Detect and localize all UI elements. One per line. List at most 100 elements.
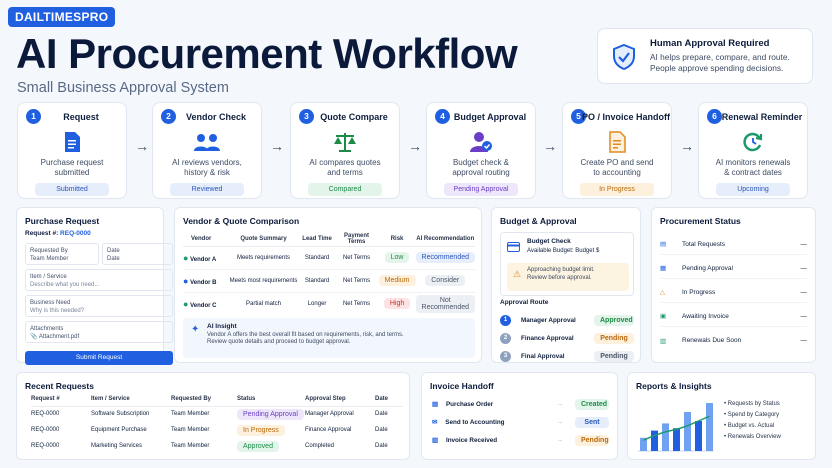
chart-bar: [695, 421, 702, 451]
table-row[interactable]: ● Vendor C Partial match Longer Net Terms …: [183, 292, 475, 315]
chart-bar: [662, 423, 669, 451]
report-item[interactable]: • Requests by Status: [724, 401, 781, 407]
risk-badge: Medium: [378, 275, 416, 286]
report-bar-chart: [638, 403, 714, 452]
status-badge: Compared: [308, 183, 382, 196]
business-need-field[interactable]: Business Need Why is this needed?: [25, 295, 173, 317]
report-item[interactable]: • Spend by Category: [724, 412, 781, 418]
document-icon: ▤: [432, 400, 438, 408]
request-number: Request #: REQ-0000: [25, 230, 91, 237]
report-item[interactable]: • Budget vs. Actual: [724, 423, 781, 429]
step-desc-1: AI reviews vendors,: [172, 158, 242, 167]
step-desc-2: to accounting: [593, 168, 641, 177]
submit-request-button[interactable]: Submit Request: [25, 351, 173, 365]
calendar-icon: ▥: [660, 337, 667, 345]
status-badge: Upcoming: [716, 183, 790, 196]
table-row[interactable]: REQ-0000 Equipment Purchase Team Member In …: [31, 422, 403, 438]
step-request[interactable]: 1 Request Purchase request submitted Subm…: [17, 102, 127, 199]
status-awaiting-invoice[interactable]: ▣ Awaiting Invoice —: [660, 306, 807, 327]
card-title: Budget & Approval: [500, 216, 577, 226]
status-pending-approval[interactable]: ▦ Pending Approval —: [660, 258, 807, 279]
step-quote-compare[interactable]: 3 Quote Compare AI compares quotes and te…: [290, 102, 400, 199]
chart-bar: [673, 428, 680, 451]
requests-table: Request # Item / Service Requested By Statu…: [31, 393, 403, 454]
table-row[interactable]: ● Vendor B Meets most requirements Standa…: [183, 269, 475, 292]
handoff-row[interactable]: ▤ Purchase Order → Created: [432, 397, 609, 411]
step-budget-approval[interactable]: 4 Budget Approval Budget check & approval…: [426, 102, 536, 199]
clipboard-icon: ▦: [660, 265, 667, 272]
requested-by-field[interactable]: Requested By Team Member: [25, 243, 99, 265]
status-total-requests[interactable]: ▤ Total Requests —: [660, 234, 807, 255]
recommendation-badge: Consider: [425, 275, 466, 286]
wallet-icon: [507, 239, 520, 257]
step-vendor-check[interactable]: 2 Vendor Check AI reviews vendors, histor…: [152, 102, 262, 199]
approval-line-1: AI helps prepare, compare, and route.: [650, 52, 790, 62]
chart-bar: [684, 412, 691, 451]
table-row[interactable]: ● Vendor A Meets requirements Standard Net…: [183, 246, 475, 269]
step-name: Vendor Check: [185, 112, 247, 122]
handoff-row[interactable]: ▥ Invoice Received → Pending: [432, 433, 609, 447]
vendor-table: Vendor Quote Summary Lead Time Payment T…: [183, 232, 475, 315]
step-desc-1: AI compares quotes: [309, 158, 381, 167]
step-desc-2: approval routing: [452, 168, 510, 177]
card-title: Procurement Status: [660, 216, 741, 226]
scale-icon: [291, 131, 399, 153]
route-step[interactable]: 2 Finance Approval Pending: [500, 330, 634, 346]
step-name: Renewal Reminder: [721, 112, 803, 122]
item-service-field[interactable]: Item / Service Describe what you need...: [25, 269, 173, 291]
page-title: AI Procurement Workflow: [16, 30, 518, 77]
document-icon: [18, 131, 126, 153]
people-icon: [153, 131, 261, 153]
attachments-field[interactable]: Attachments 📎 Attachment.pdf: [25, 321, 173, 343]
status-in-progress[interactable]: △ In Progress —: [660, 282, 807, 303]
status-dot: ●: [183, 252, 189, 263]
status-badge: Sent: [575, 416, 609, 428]
brand-logo: DAILTIMESPRO: [8, 7, 116, 27]
table-row[interactable]: REQ-0000 Software Subscription Team Member…: [31, 406, 403, 422]
paperclip-icon: 📎: [30, 334, 38, 340]
status-badge: Reviewed: [170, 183, 244, 196]
status-dot: ●: [183, 298, 189, 309]
status-badge: Pending Approval: [237, 408, 304, 420]
report-list: • Requests by Status • Spend by Category…: [724, 401, 781, 445]
recommendation-badge: Recommended: [415, 252, 475, 263]
handoff-row[interactable]: ✉ Send to Accounting → Sent: [432, 415, 609, 429]
step-desc-1: AI monitors renewals: [715, 158, 791, 167]
status-badge: In Progress: [237, 424, 285, 436]
human-approval-callout: Human Approval Required AI helps prepare…: [597, 28, 813, 84]
purchase-request-card: Purchase Request Request #: REQ-0000 Req…: [16, 207, 173, 365]
step-desc-2: & contract dates: [724, 168, 782, 177]
warning-icon: ⚠: [513, 269, 522, 279]
arrow-right-icon: →: [556, 400, 563, 408]
card-title: Vendor & Quote Comparison: [183, 216, 300, 226]
arrow-right-icon: →: [556, 436, 563, 444]
status-badge: Pending: [594, 350, 634, 362]
arrow-right-icon: →: [408, 138, 422, 154]
vendor-comparison-card: Vendor & Quote Comparison Vendor Quote S…: [174, 207, 482, 363]
step-name: Request: [63, 112, 99, 122]
route-step[interactable]: 3 Final Approval Pending: [500, 348, 634, 364]
card-title: Invoice Handoff: [430, 381, 494, 391]
recommendation-badge: Not Recommended: [415, 294, 475, 313]
invoice-handoff-card: Invoice Handoff ▤ Purchase Order → Create…: [421, 372, 618, 460]
step-name: Budget Approval: [453, 112, 527, 122]
risk-badge: Low: [384, 252, 410, 263]
step-renewal-reminder[interactable]: 6 Renewal Reminder AI monitors renewals &…: [698, 102, 808, 199]
report-item[interactable]: • Renewals Overview: [724, 434, 781, 440]
budget-approval-card: Budget & Approval Budget Check Available…: [491, 207, 641, 363]
card-title: Purchase Request: [25, 216, 100, 226]
list-icon: ▤: [660, 241, 667, 248]
status-badge: Pending: [575, 434, 609, 446]
step-po-invoice[interactable]: 5 PO / Invoice Handoff Create PO and sen…: [562, 102, 672, 199]
date-field[interactable]: Date Date: [102, 243, 173, 265]
refresh-icon: [699, 131, 807, 153]
recent-requests-card: Recent Requests Request # Item / Service R…: [16, 372, 410, 460]
send-icon: ✉: [432, 418, 438, 426]
status-badge: Approved: [594, 314, 634, 326]
status-renewals-due[interactable]: ▥ Renewals Due Soon —: [660, 330, 807, 351]
card-title: Reports & Insights: [636, 381, 712, 391]
budget-warning: ⚠ Approaching budget limit. Review befor…: [507, 263, 629, 291]
table-row[interactable]: REQ-0000 Marketing Services Team Member App…: [31, 438, 403, 454]
step-desc-2: and terms: [327, 168, 363, 177]
route-step[interactable]: 1 Manager Approval Approved: [500, 312, 634, 328]
